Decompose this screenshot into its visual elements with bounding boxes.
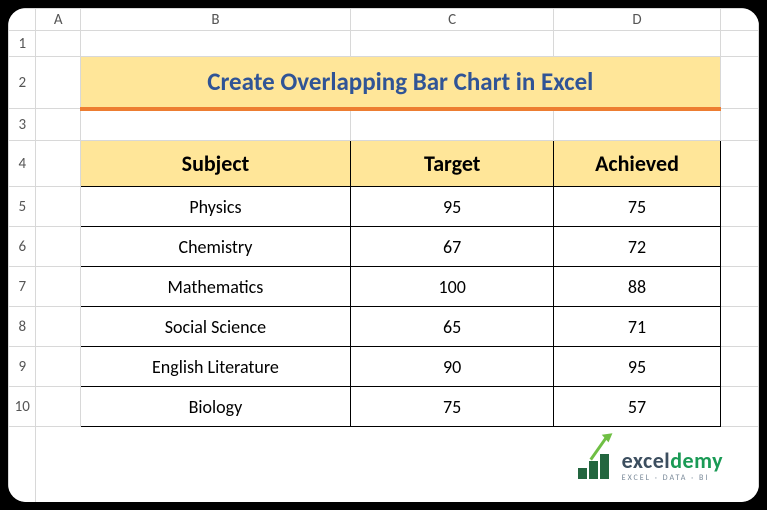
- cell[interactable]: [351, 109, 554, 141]
- cell[interactable]: [720, 109, 758, 141]
- cell[interactable]: [36, 57, 80, 109]
- row-header-3[interactable]: 3: [9, 109, 36, 141]
- table-row[interactable]: 90: [351, 347, 554, 387]
- col-header-blank: [720, 9, 758, 31]
- cell[interactable]: [720, 307, 758, 347]
- cell[interactable]: [720, 187, 758, 227]
- cell[interactable]: [36, 347, 80, 387]
- page-title[interactable]: Create Overlapping Bar Chart in Excel: [80, 57, 720, 109]
- row-header-9[interactable]: 9: [9, 347, 36, 387]
- row-header-blank: [9, 427, 36, 503]
- cell[interactable]: [720, 267, 758, 307]
- cell[interactable]: [36, 387, 80, 427]
- cell[interactable]: [36, 227, 80, 267]
- row-header-6[interactable]: 6: [9, 227, 36, 267]
- table-header-subject[interactable]: Subject: [80, 141, 350, 187]
- col-header-c[interactable]: C: [351, 9, 554, 31]
- table-row[interactable]: 95: [554, 347, 720, 387]
- table-row[interactable]: 88: [554, 267, 720, 307]
- cell[interactable]: [36, 307, 80, 347]
- cell[interactable]: [36, 31, 80, 57]
- table-row[interactable]: English Literature: [80, 347, 350, 387]
- table-row[interactable]: 65: [351, 307, 554, 347]
- row-header-4[interactable]: 4: [9, 141, 36, 187]
- cell[interactable]: [80, 31, 350, 57]
- select-all-corner[interactable]: [9, 9, 36, 31]
- table-header-target[interactable]: Target: [351, 141, 554, 187]
- spreadsheet-grid: A B C D 1 2 Create Overlapping Bar Chart…: [8, 8, 759, 502]
- row-header-2[interactable]: 2: [9, 57, 36, 109]
- cell[interactable]: [36, 109, 80, 141]
- cell[interactable]: [720, 347, 758, 387]
- logo-bars-icon: [578, 453, 616, 479]
- row-header-7[interactable]: 7: [9, 267, 36, 307]
- cell[interactable]: [351, 31, 554, 57]
- table-row[interactable]: 95: [351, 187, 554, 227]
- table-row[interactable]: Physics: [80, 187, 350, 227]
- row-header-1[interactable]: 1: [9, 31, 36, 57]
- table-row[interactable]: 100: [351, 267, 554, 307]
- cell[interactable]: [36, 141, 80, 187]
- logo-text: exceldemy: [622, 450, 723, 472]
- row-header-10[interactable]: 10: [9, 387, 36, 427]
- table-row[interactable]: 75: [554, 187, 720, 227]
- cell[interactable]: [720, 227, 758, 267]
- cell[interactable]: [554, 109, 720, 141]
- cell[interactable]: [720, 57, 758, 109]
- cell[interactable]: [720, 141, 758, 187]
- col-header-b[interactable]: B: [80, 9, 350, 31]
- table-row[interactable]: Mathematics: [80, 267, 350, 307]
- col-header-a[interactable]: A: [36, 9, 80, 31]
- col-header-d[interactable]: D: [554, 9, 720, 31]
- cell[interactable]: [720, 31, 758, 57]
- table-row[interactable]: Social Science: [80, 307, 350, 347]
- logo: exceldemy EXCEL · DATA · BI: [578, 450, 723, 482]
- cell[interactable]: [80, 109, 350, 141]
- row-header-5[interactable]: 5: [9, 187, 36, 227]
- table-header-achieved[interactable]: Achieved: [554, 141, 720, 187]
- table-row[interactable]: 57: [554, 387, 720, 427]
- cell[interactable]: [36, 267, 80, 307]
- table-row[interactable]: Chemistry: [80, 227, 350, 267]
- logo-subtext: EXCEL · DATA · BI: [622, 474, 723, 482]
- row-header-8[interactable]: 8: [9, 307, 36, 347]
- table-row[interactable]: 75: [351, 387, 554, 427]
- table-row[interactable]: 67: [351, 227, 554, 267]
- cell[interactable]: [720, 387, 758, 427]
- table-row[interactable]: Biology: [80, 387, 350, 427]
- table-row[interactable]: 72: [554, 227, 720, 267]
- table-row[interactable]: 71: [554, 307, 720, 347]
- cell[interactable]: [554, 31, 720, 57]
- cell[interactable]: [36, 187, 80, 227]
- spreadsheet-frame: A B C D 1 2 Create Overlapping Bar Chart…: [8, 8, 759, 502]
